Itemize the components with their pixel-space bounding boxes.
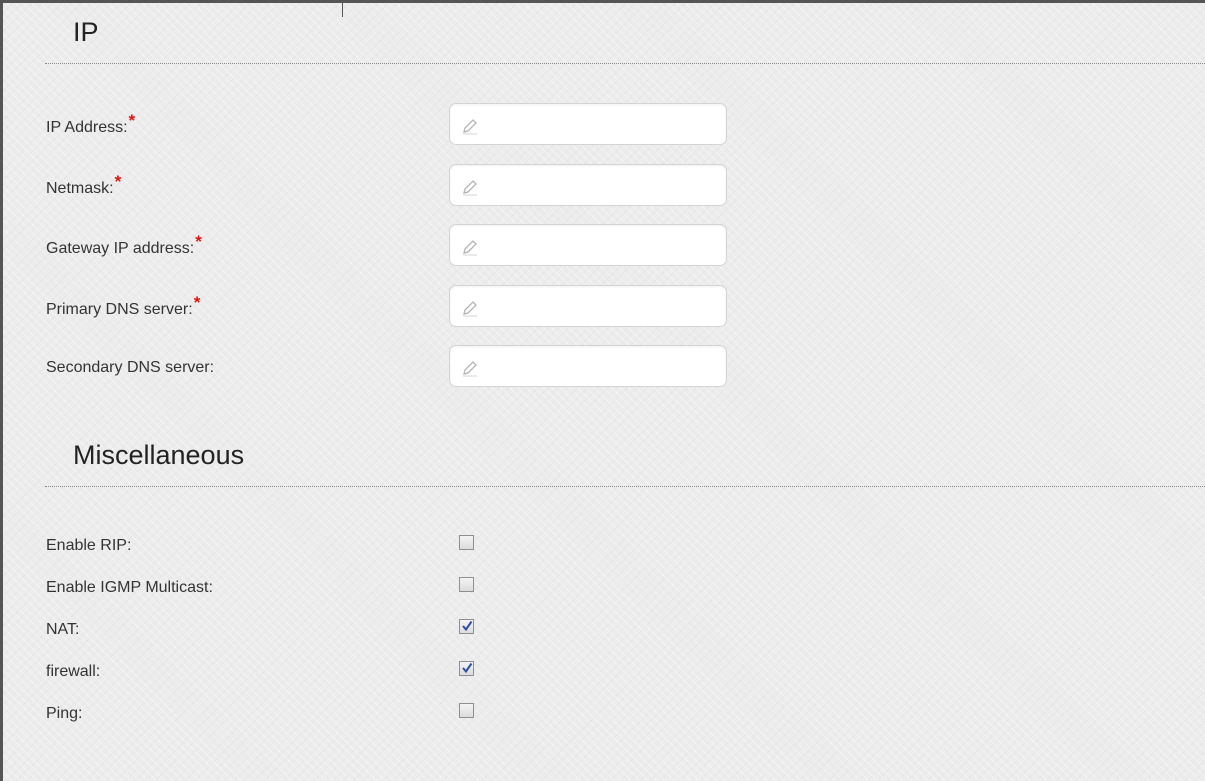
firewall-checkbox[interactable] [459,661,474,676]
enable-rip-label: Enable RIP: [46,537,132,554]
misc-section-divider [45,486,1205,487]
nat-checkbox[interactable] [459,619,474,634]
enable-rip-checkbox[interactable] [459,535,474,550]
nat-label: NAT: [46,621,80,638]
checkmark-icon [462,662,473,674]
primary-dns-label-text: Primary DNS server: [46,301,193,318]
ping-checkbox[interactable] [459,703,474,718]
enable-igmp-checkbox[interactable] [459,577,474,592]
pencil-icon [463,240,477,256]
pencil-icon [463,301,477,317]
frame-divider-mark [342,3,343,17]
misc-section-title: Miscellaneous [73,440,245,470]
netmask-label: Netmask:* [46,172,121,198]
primary-dns-input[interactable] [486,292,720,322]
netmask-label-text: Netmask: [46,180,114,197]
ping-label: Ping: [46,705,83,722]
secondary-dns-input[interactable] [486,352,720,382]
ip-address-label-text: IP Address: [46,119,128,136]
ip-address-label: IP Address:* [46,111,135,137]
gateway-ip-field[interactable] [449,224,727,266]
ip-address-field[interactable] [449,103,727,145]
pencil-icon [463,119,477,135]
gateway-ip-label: Gateway IP address:* [46,232,202,258]
pencil-icon [463,180,477,196]
enable-igmp-label: Enable IGMP Multicast: [46,579,213,596]
primary-dns-field[interactable] [449,285,727,327]
secondary-dns-label: Secondary DNS server: [46,359,214,377]
required-marker: * [114,172,122,191]
netmask-field[interactable] [449,164,727,206]
primary-dns-label: Primary DNS server:* [46,293,200,319]
required-marker: * [193,293,201,312]
secondary-dns-label-text: Secondary DNS server: [46,359,215,376]
ip-section-divider [45,63,1205,64]
required-marker: * [195,232,202,251]
secondary-dns-field[interactable] [449,345,727,387]
gateway-ip-input[interactable] [486,231,720,261]
firewall-label: firewall: [46,663,101,680]
required-marker: * [128,111,136,130]
pencil-icon [463,361,477,377]
checkmark-icon [462,620,473,632]
gateway-ip-label-text: Gateway IP address: [46,240,195,257]
ip-section-title: IP [73,17,99,47]
netmask-input[interactable] [486,171,720,201]
settings-panel: IP IP Address:* Netmask:* Gateway IP add… [0,0,1205,781]
ip-address-input[interactable] [486,110,720,140]
